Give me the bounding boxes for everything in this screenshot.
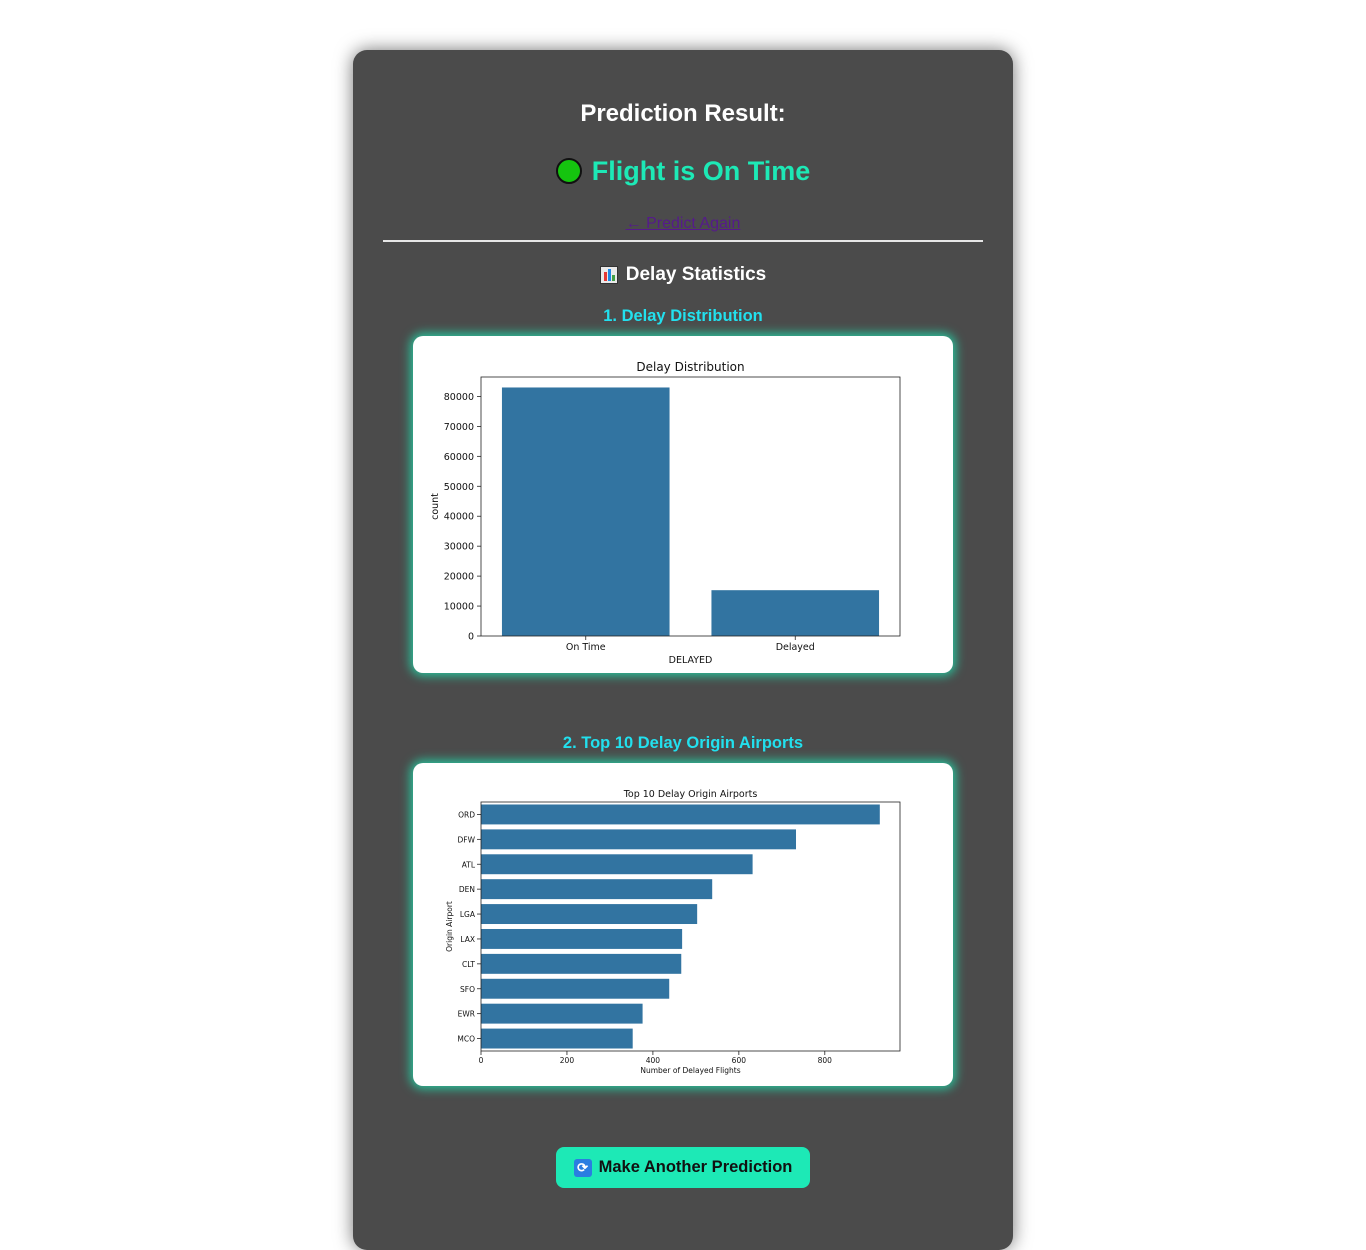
bar (481, 879, 713, 900)
y-tick-label: 60000 (444, 452, 474, 463)
bar (481, 904, 698, 925)
delay-distribution-chart-card: Delay Distribution 0 10000 20000 30000 40000 5… (413, 336, 953, 673)
page-title: Prediction Result: (580, 100, 786, 127)
x-tick-label: 600 (732, 1056, 747, 1065)
y-tick-label: EWR (458, 1010, 475, 1019)
y-tick-label: 50000 (444, 482, 474, 493)
section-heading-top-airports: 2. Top 10 Delay Origin Airports (562, 734, 804, 752)
make-another-prediction-button[interactable]: ⟳ Make Another Prediction (556, 1147, 810, 1188)
result-card: Prediction Result: Flight is On Time ← P… (353, 50, 1013, 1250)
delay-distribution-chart: Delay Distribution 0 10000 20000 30000 40000 5… (430, 360, 901, 666)
x-axis-label: DELAYED (669, 655, 713, 666)
bar (481, 928, 683, 949)
section-heading-delay-distribution: 1. Delay Distribution (603, 307, 763, 325)
y-tick-label: DFW (457, 835, 475, 844)
x-tick-label: 800 (818, 1056, 833, 1065)
y-tick-label: 10000 (444, 602, 474, 613)
y-tick-label: DEN (459, 885, 475, 894)
bar (481, 1003, 643, 1024)
divider (383, 240, 983, 242)
x-tick-label: 200 (560, 1056, 575, 1065)
y-tick-label: SFO (460, 985, 475, 994)
y-tick-label: 40000 (444, 512, 474, 523)
bar (481, 829, 797, 850)
y-tick-label: 30000 (444, 542, 474, 553)
bar (501, 387, 670, 636)
predict-again-container: ← Predict Again (353, 214, 1013, 234)
y-tick-label: 80000 (444, 392, 474, 403)
y-axis-label: Origin Airport (445, 901, 454, 952)
predict-again-link[interactable]: ← Predict Again (626, 215, 741, 232)
y-tick-label: 20000 (444, 572, 474, 583)
bar (481, 804, 880, 825)
cta-label: Make Another Prediction (598, 1158, 793, 1176)
status-text: Flight is On Time (591, 156, 811, 186)
x-tick-label: On Time (566, 642, 606, 653)
x-axis-label: Number of Delayed Flights (640, 1066, 740, 1075)
y-axis-label: count (430, 493, 441, 520)
green-circle-icon (555, 158, 582, 184)
x-tick-label: 400 (646, 1056, 661, 1065)
top-airports-chart: Top 10 Delay Origin Airports ORD DFW ATL DEN… (445, 789, 901, 1075)
bar-chart-icon (599, 266, 618, 284)
x-tick-label: 0 (479, 1056, 484, 1065)
bar (481, 953, 682, 974)
y-tick-label: 0 (468, 632, 474, 643)
y-tick-label: 70000 (444, 422, 474, 433)
repeat-icon: ⟳ (573, 1158, 592, 1177)
y-tick-label: MCO (457, 1035, 475, 1044)
x-tick-label: Delayed (776, 642, 815, 653)
stats-heading-text: Delay Statistics (625, 264, 767, 285)
bar (481, 978, 670, 999)
prediction-status: Flight is On Time (353, 154, 1013, 188)
y-tick-label: CLT (462, 960, 475, 969)
y-tick-label: ATL (462, 860, 476, 869)
chart-title: Top 10 Delay Origin Airports (623, 789, 758, 800)
y-tick-label: LGA (460, 910, 476, 919)
bar (481, 854, 753, 875)
top-airports-chart-card: Top 10 Delay Origin Airports ORD DFW ATL DEN… (413, 763, 953, 1086)
bar (711, 590, 880, 636)
bar (481, 1028, 633, 1049)
chart-title: Delay Distribution (636, 360, 744, 374)
y-tick-label: LAX (460, 935, 475, 944)
stats-heading: Delay Statistics (353, 262, 1013, 288)
y-tick-label: ORD (458, 810, 475, 819)
